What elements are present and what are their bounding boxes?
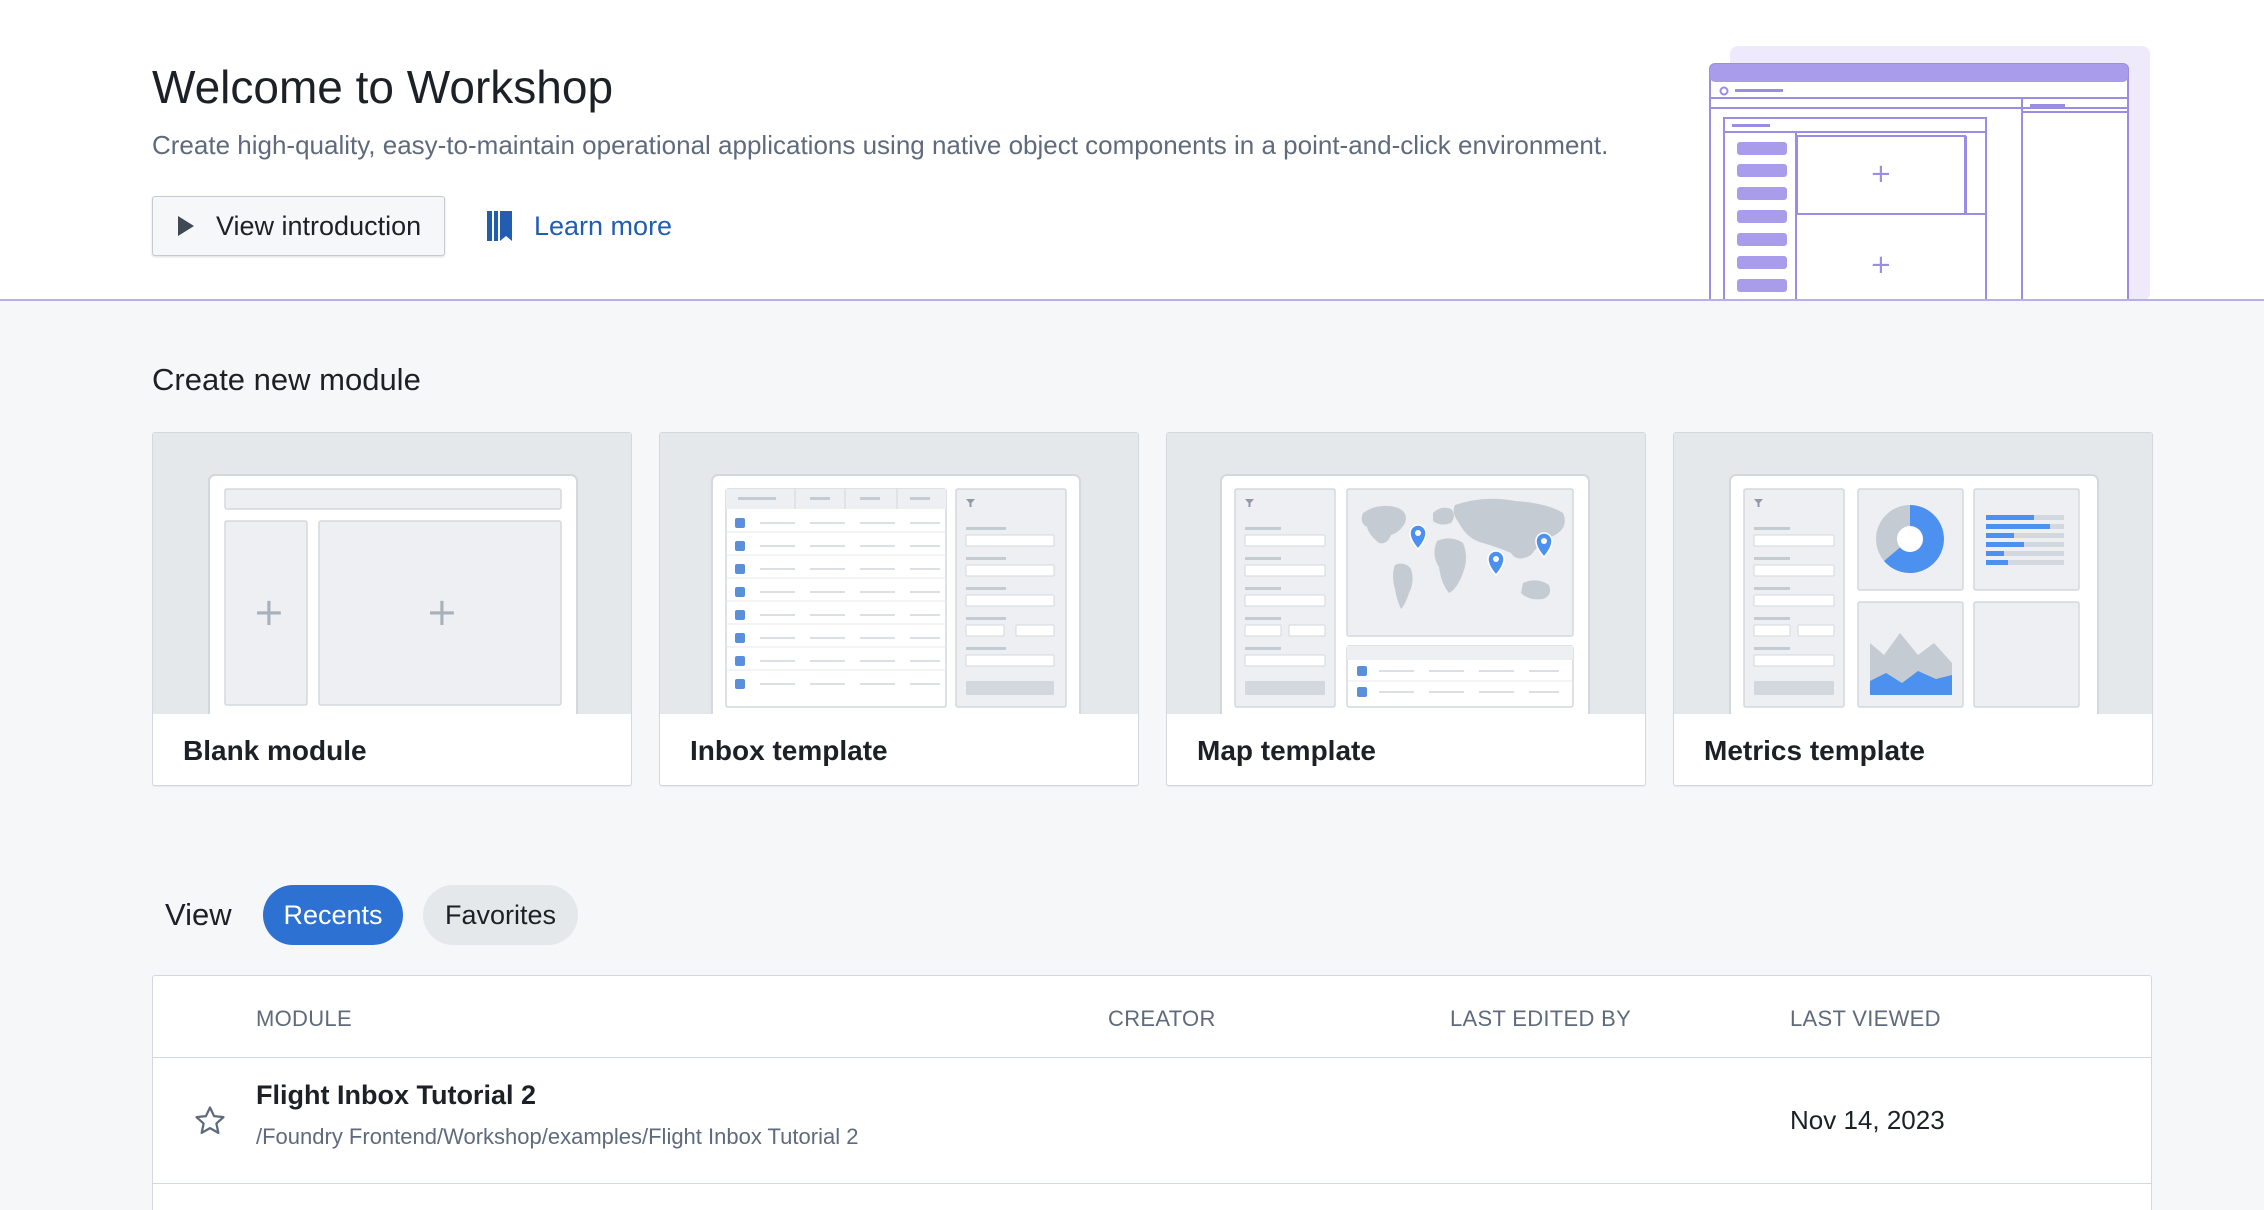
svg-text:+: + — [1870, 159, 1892, 189]
column-header-last-edited-by[interactable]: LAST EDITED BY — [1450, 1006, 1631, 1032]
svg-text:+: + — [253, 590, 285, 634]
column-header-creator[interactable]: CREATOR — [1108, 1006, 1216, 1032]
play-icon — [178, 216, 194, 236]
column-header-last-viewed[interactable]: LAST VIEWED — [1790, 1006, 1941, 1032]
star-icon[interactable] — [193, 1104, 227, 1138]
tab-favorites[interactable]: Favorites — [423, 885, 578, 945]
metrics-template-label: Metrics template — [1704, 735, 1925, 766]
tab-recents[interactable]: Recents — [263, 885, 403, 945]
modules-table: MODULE CREATOR LAST EDITED BY LAST VIEWE… — [152, 975, 2152, 1210]
inbox-template-card[interactable]: Inbox template — [659, 432, 1139, 786]
blank-module-preview: + + — [153, 433, 631, 714]
workshop-illustration: + + — [1700, 46, 2150, 299]
blank-module-label: Blank module — [183, 735, 367, 766]
metrics-template-card[interactable]: Metrics template — [1673, 432, 2153, 786]
module-title[interactable]: Flight Inbox Tutorial 2 — [256, 1080, 536, 1111]
map-template-label: Map template — [1197, 735, 1376, 766]
inbox-template-preview — [660, 433, 1138, 714]
blank-module-card[interactable]: + + Blank module — [152, 432, 632, 786]
page-title: Welcome to Workshop — [152, 61, 614, 113]
column-header-module[interactable]: MODULE — [256, 1006, 352, 1032]
table-header: MODULE CREATOR LAST EDITED BY LAST VIEWE… — [153, 976, 2151, 1058]
last-viewed-date: Nov 14, 2023 — [1790, 1105, 1945, 1135]
view-introduction-button[interactable]: View introduction — [152, 196, 445, 256]
svg-text:+: + — [1870, 250, 1892, 280]
inbox-template-label: Inbox template — [690, 735, 888, 766]
create-module-heading: Create new module — [152, 362, 421, 397]
map-template-preview — [1167, 433, 1645, 714]
welcome-header: Welcome to Workshop Create high-quality,… — [0, 0, 2264, 301]
page-subtitle: Create high-quality, easy-to-maintain op… — [152, 130, 1609, 160]
view-label: View — [165, 897, 232, 932]
svg-text:+: + — [426, 590, 458, 634]
map-template-card[interactable]: Map template — [1166, 432, 1646, 786]
metrics-template-preview — [1674, 433, 2152, 714]
learn-more-link[interactable]: Learn more — [486, 206, 672, 246]
learn-more-label: Learn more — [534, 210, 673, 241]
view-introduction-label: View introduction — [216, 210, 422, 241]
table-row[interactable]: Flight Inbox Tutorial 2 /Foundry Fronten… — [153, 1058, 2151, 1184]
module-path: /Foundry Frontend/Workshop/examples/Flig… — [256, 1124, 859, 1149]
book-icon — [486, 209, 514, 243]
